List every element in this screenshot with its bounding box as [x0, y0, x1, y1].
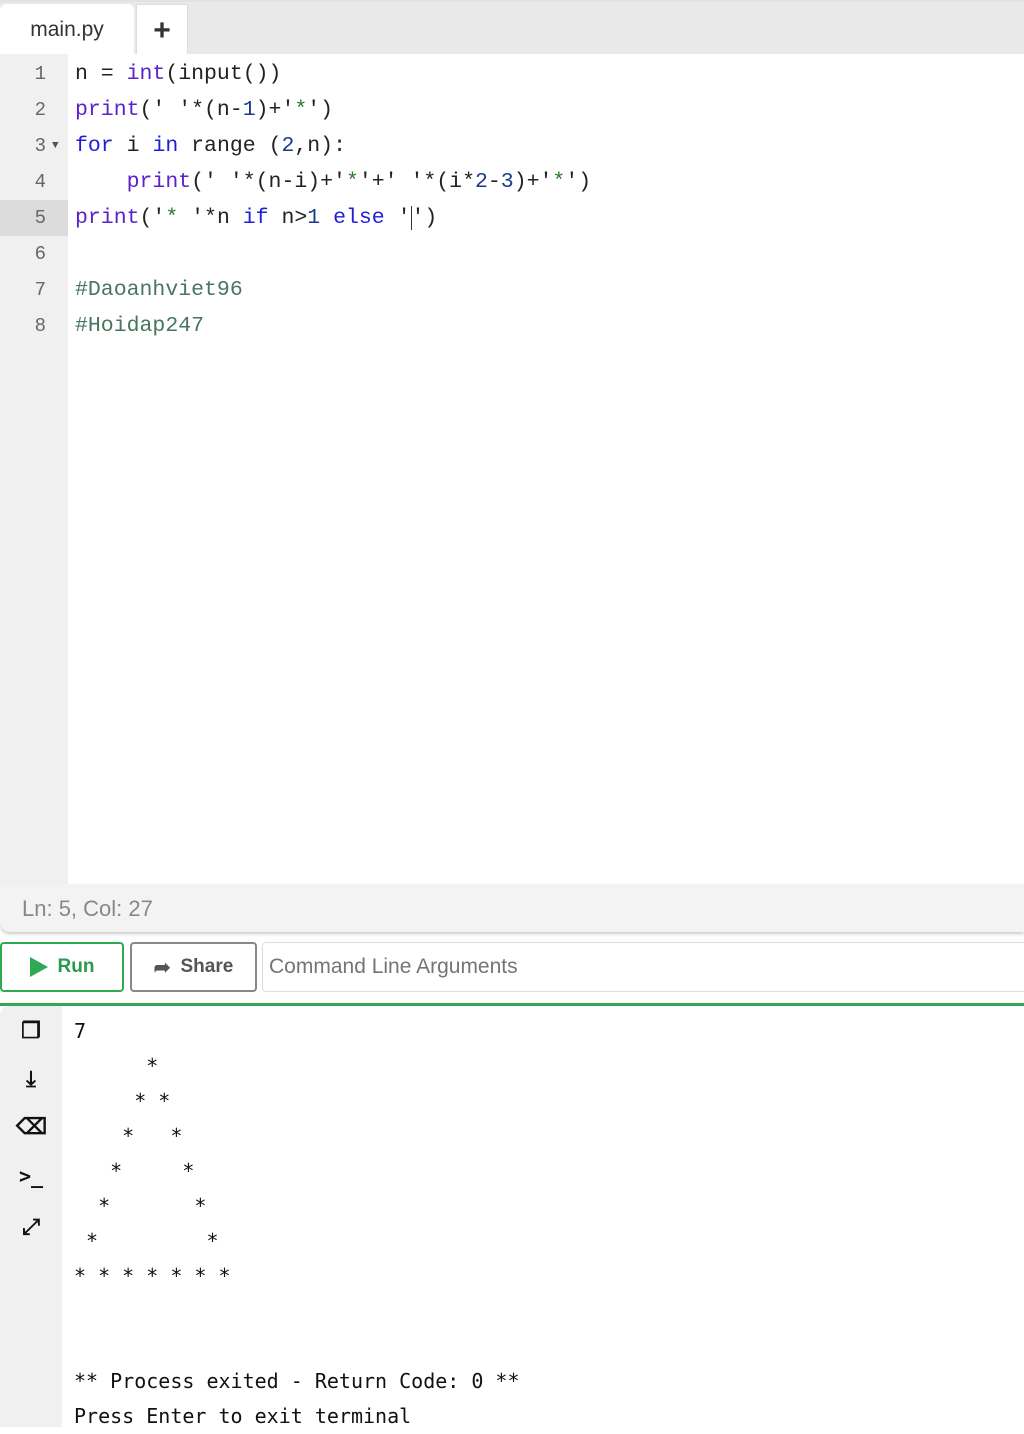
line-number: 4: [34, 171, 46, 193]
add-tab-button[interactable]: +: [136, 4, 188, 57]
line-number: 8: [34, 315, 46, 337]
terminal-output: 7 * * * * * * * * * * * * * * * * * * **…: [74, 1019, 520, 1428]
terminal-toolbar: ❐ ⤓ ⌫ >_ ⤢: [0, 1006, 62, 1427]
copy-icon[interactable]: ❐: [16, 1018, 46, 1048]
code-line: 1 n = int(input()): [0, 56, 1024, 92]
download-icon[interactable]: ⤓: [16, 1066, 46, 1096]
cursor-position: Ln: 5, Col: 27: [22, 896, 153, 921]
code-line: 2 print(' '*(n-1)+'*'): [0, 92, 1024, 128]
eraser-icon[interactable]: ⌫: [16, 1114, 47, 1144]
run-label: Run: [57, 956, 95, 977]
code-comment: #Daoanhviet96: [75, 278, 243, 302]
run-button[interactable]: Run: [0, 942, 124, 992]
line-number: 6: [34, 243, 46, 265]
fold-arrow-icon[interactable]: ▼: [52, 128, 59, 164]
terminal-panel[interactable]: ❐ ⤓ ⌫ >_ ⤢ 7 * * * * * * * * * * * * * *…: [0, 1003, 1024, 1428]
line-number: 2: [34, 99, 46, 121]
code-text: for i in range (2,n):: [75, 134, 346, 158]
expand-icon[interactable]: ⤢: [16, 1214, 46, 1244]
status-bar: Ln: 5, Col: 27: [0, 884, 1024, 932]
line-number: 5: [0, 200, 68, 236]
code-line-active: 5 print('* '*n if n>1 else ''): [0, 200, 1024, 236]
code-comment: #Hoidap247: [75, 314, 205, 338]
code-line: 3 ▼ for i in range (2,n):: [0, 128, 1024, 164]
code-text: n = int(input()): [75, 62, 282, 86]
code-line: 8 #Hoidap247: [0, 308, 1024, 344]
code-text: print(' '*(n-1)+'*'): [75, 98, 334, 122]
code-line: 7 #Daoanhviet96: [0, 272, 1024, 308]
line-number: 7: [34, 279, 46, 301]
code-text: print(' '*(n-i)+'*'+' '*(i*2-3)+'*'): [126, 170, 592, 194]
play-icon: [29, 957, 48, 977]
code-editor[interactable]: 1n = int(input()) 2 print(' '*(n-1)+'*') …: [0, 54, 1024, 884]
share-button[interactable]: ➦ Share: [130, 942, 257, 992]
line-number: 1: [34, 63, 46, 85]
share-label: Share: [180, 956, 234, 977]
terminal-icon[interactable]: >_: [16, 1164, 46, 1194]
code-text: print('* '*n if n>1 else ''): [75, 206, 438, 230]
command-line-arguments-input[interactable]: [262, 942, 1024, 992]
share-icon: ➦: [153, 956, 171, 979]
code-line: 6: [0, 236, 1024, 272]
tab-main-py[interactable]: main.py: [0, 4, 134, 56]
tab-bar: main.py +: [0, 0, 1024, 57]
code-line: 4 print(' '*(n-i)+'*'+' '*(i*2-3)+'*'): [0, 164, 1024, 200]
